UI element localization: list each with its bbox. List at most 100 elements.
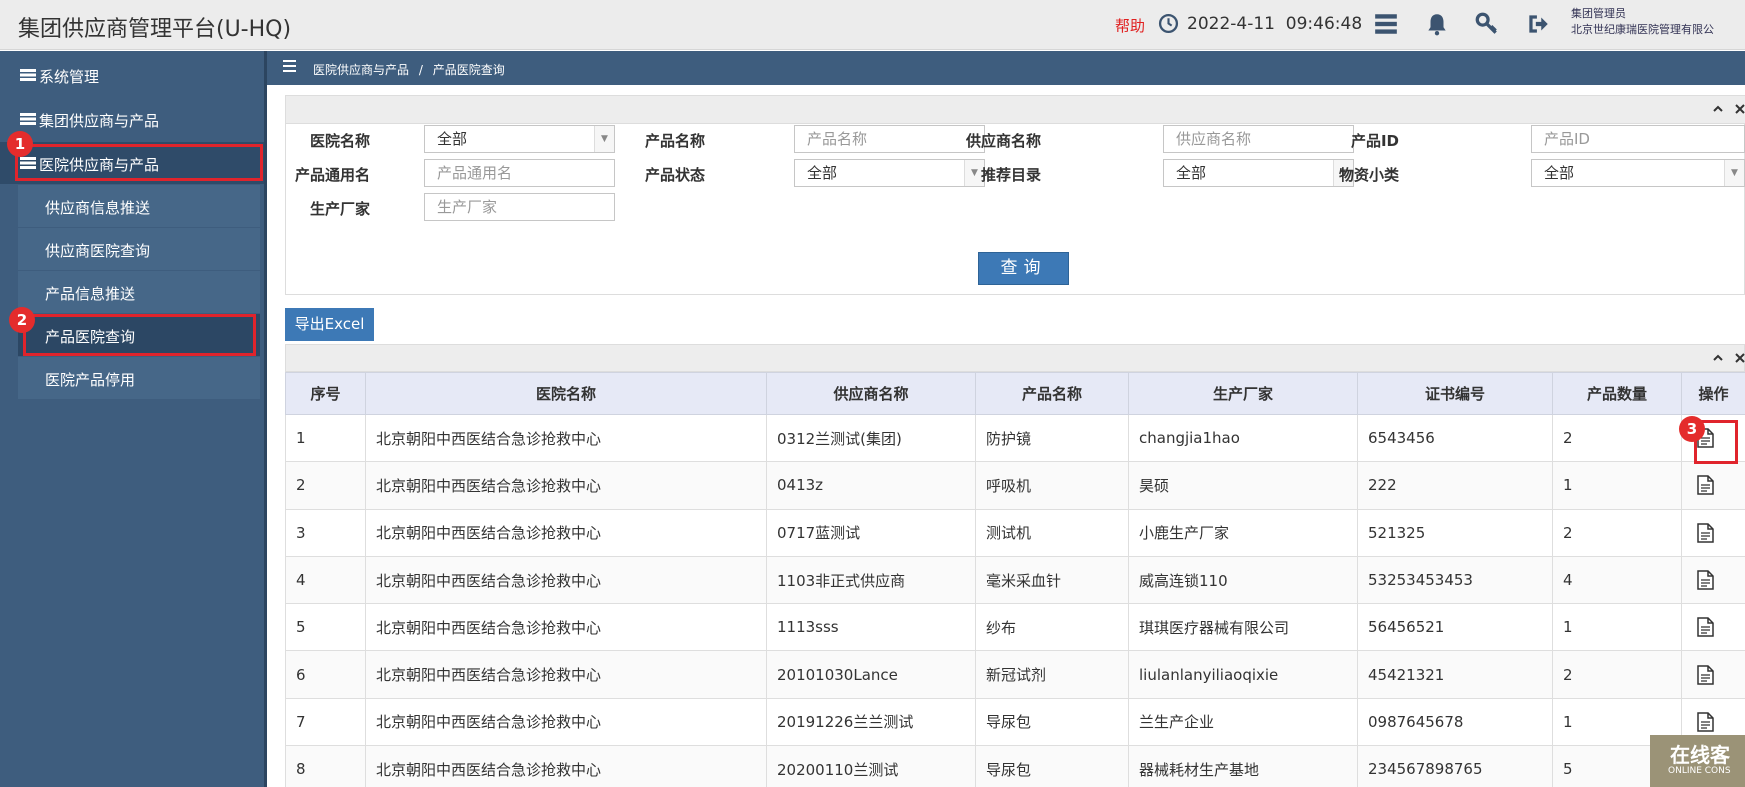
col-header[interactable]: 证书编号 xyxy=(1357,372,1553,415)
col-header[interactable]: 医院名称 xyxy=(365,372,767,415)
export-excel-button[interactable]: 导出Excel xyxy=(285,308,374,341)
sidebar-subitem-label: 供应商医院查询 xyxy=(45,242,151,260)
hospital-select[interactable]: 全部 ▼ xyxy=(424,125,615,153)
hospital-label: 医院名称 xyxy=(309,132,370,150)
col-header[interactable]: 生产厂家 xyxy=(1128,372,1358,415)
table-cell: 1103非正式供应商 xyxy=(766,555,976,605)
document-icon[interactable] xyxy=(1697,617,1714,638)
table-cell: 北京朝阳中西医结合急诊抢救中心 xyxy=(365,603,767,652)
document-icon[interactable] xyxy=(1697,664,1714,685)
watermark-sub: ONLINE CONS xyxy=(1668,766,1731,776)
catalog-select-value: 全部 xyxy=(1176,164,1207,182)
table-cell: 新冠试剂 xyxy=(975,650,1129,699)
table-cell: 北京朝阳中西医结合急诊抢救中心 xyxy=(365,413,767,463)
table-cell: 0413z xyxy=(766,461,976,510)
sidebar-subitem-label: 供应商信息推送 xyxy=(45,199,151,217)
table-cell: changjia1hao xyxy=(1128,413,1358,463)
table-cell: 521325 xyxy=(1357,508,1553,557)
action-cell xyxy=(1681,603,1745,652)
close-icon[interactable] xyxy=(1733,351,1745,365)
table-cell: 6543456 xyxy=(1357,413,1553,463)
logout-icon[interactable] xyxy=(1525,11,1551,37)
table-row[interactable]: 3 北京朝阳中西医结合急诊抢救中心 0717蓝测试 测试机 小鹿生产厂家 521325 2 xyxy=(285,508,1745,557)
sidebar-item-group-suppliers[interactable]: 集团供应商与产品 xyxy=(0,98,264,140)
document-icon[interactable] xyxy=(1697,712,1714,732)
collapse-icon[interactable] xyxy=(1711,351,1725,365)
results-table: 序号 医院名称 供应商名称 产品名称 生产厂家 证书编号 产品数量 操作 1 北京… xyxy=(285,372,1745,787)
table-cell: 53253453453 xyxy=(1357,555,1553,605)
clock-icon xyxy=(1158,13,1179,34)
product-id-input[interactable]: 产品ID xyxy=(1531,125,1745,153)
sidebar-item-system[interactable]: 系统管理 xyxy=(0,54,264,96)
list-icon[interactable] xyxy=(1373,11,1399,37)
table-cell: 昊硕 xyxy=(1128,461,1358,510)
category-select-value: 全部 xyxy=(1544,164,1575,182)
table-cell: 导尿包 xyxy=(975,697,1129,747)
category-select[interactable]: 全部 ▼ xyxy=(1531,159,1745,187)
document-icon[interactable] xyxy=(1697,475,1714,496)
help-link[interactable]: 帮助 xyxy=(1115,15,1145,36)
hospital-select-value: 全部 xyxy=(437,130,468,148)
sidebar-subitem-product-push[interactable]: 产品信息推送 xyxy=(18,271,260,313)
table-cell: 234567898765 xyxy=(1357,745,1553,787)
bell-icon[interactable] xyxy=(1424,11,1450,37)
status-select-value: 全部 xyxy=(807,164,838,182)
table-cell: 20101030Lance xyxy=(766,650,976,699)
collapse-icon[interactable] xyxy=(1711,102,1725,116)
table-cell: 4 xyxy=(1552,555,1682,605)
current-time: 09:46:48 xyxy=(1285,14,1363,34)
breadcrumb: 医院供应商与产品 / 产品医院查询 xyxy=(267,51,1745,85)
close-icon[interactable] xyxy=(1733,102,1745,116)
table-cell: 导尿包 xyxy=(975,745,1129,787)
sidebar-subitem-label: 产品信息推送 xyxy=(45,285,136,303)
table-cell: 7 xyxy=(285,697,366,747)
breadcrumb-parent[interactable]: 医院供应商与产品 xyxy=(313,63,409,77)
sidebar-subitem-supplier-push[interactable]: 供应商信息推送 xyxy=(18,185,260,227)
key-icon[interactable] xyxy=(1474,11,1500,37)
table-cell: 2 xyxy=(285,461,366,510)
document-icon[interactable] xyxy=(1697,570,1714,590)
document-icon[interactable] xyxy=(1697,522,1714,543)
manufacturer-input[interactable]: 生产厂家 xyxy=(424,193,615,221)
col-header[interactable]: 产品名称 xyxy=(975,372,1129,415)
step-badge-1: 1 xyxy=(7,131,33,157)
query-button[interactable]: 查询 xyxy=(978,252,1069,285)
col-header[interactable]: 产品数量 xyxy=(1552,372,1682,415)
manufacturer-label: 生产厂家 xyxy=(309,200,370,218)
table-row[interactable]: 1 北京朝阳中西医结合急诊抢救中心 0312兰测试(集团) 防护镜 changjia1h… xyxy=(285,413,1745,463)
table-cell: 1113sss xyxy=(766,603,976,652)
online-consult-widget[interactable]: 在线客 ONLINE CONS xyxy=(1650,735,1745,787)
table-cell: 4 xyxy=(285,555,366,605)
chevron-down-icon: ▼ xyxy=(1724,160,1744,186)
product-name-label: 产品名称 xyxy=(644,132,705,150)
table-row[interactable]: 6 北京朝阳中西医结合急诊抢救中心 20101030Lance 新冠试剂 liulanl… xyxy=(285,650,1745,699)
table-cell: 兰生产企业 xyxy=(1128,697,1358,747)
table-body: 1 北京朝阳中西医结合急诊抢救中心 0312兰测试(集团) 防护镜 changjia1h… xyxy=(285,413,1745,787)
table-cell: 5 xyxy=(285,603,366,652)
table-row[interactable]: 4 北京朝阳中西医结合急诊抢救中心 1103非正式供应商 毫米采血针 威高连锁110 53… xyxy=(285,555,1745,605)
watermark-main: 在线客 xyxy=(1670,743,1730,767)
table-cell: 2 xyxy=(1552,650,1682,699)
breadcrumb-current: 产品医院查询 xyxy=(432,63,505,77)
menu-icon[interactable] xyxy=(283,60,296,72)
table-row[interactable]: 2 北京朝阳中西医结合急诊抢救中心 0413z 呼吸机 昊硕 222 1 xyxy=(285,461,1745,510)
col-header[interactable]: 序号 xyxy=(285,372,366,415)
table-row[interactable]: 5 北京朝阳中西医结合急诊抢救中心 1113sss 纱布 琪琪医疗器械有限公司 56456… xyxy=(285,603,1745,652)
status-label: 产品状态 xyxy=(644,166,705,184)
highlight-box-2 xyxy=(23,314,256,356)
sidebar-subitem-hospital-product-disable[interactable]: 医院产品停用 xyxy=(18,357,260,399)
table-row[interactable]: 8 北京朝阳中西医结合急诊抢救中心 20200110兰测试 导尿包 器械耗材生产基地 23… xyxy=(285,745,1745,787)
step-badge-2: 2 xyxy=(9,307,35,333)
app-title: 集团供应商管理平台(U-HQ) xyxy=(18,17,292,42)
table-cell: 小鹿生产厂家 xyxy=(1128,508,1358,557)
generic-name-input[interactable]: 产品通用名 xyxy=(424,159,615,187)
table-cell: 北京朝阳中西医结合急诊抢救中心 xyxy=(365,697,767,747)
col-header[interactable]: 供应商名称 xyxy=(766,372,976,415)
user-org: 北京世纪康瑞医院管理有限公 xyxy=(1571,23,1714,36)
highlight-box-1 xyxy=(15,144,263,181)
table-cell: 北京朝阳中西医结合急诊抢救中心 xyxy=(365,508,767,557)
sidebar-subitem-supplier-hospital-query[interactable]: 供应商医院查询 xyxy=(18,228,260,270)
table-cell: 222 xyxy=(1357,461,1553,510)
list-icon xyxy=(20,113,36,125)
table-row[interactable]: 7 北京朝阳中西医结合急诊抢救中心 20191226兰兰测试 导尿包 兰生产企业 0987… xyxy=(285,697,1745,747)
